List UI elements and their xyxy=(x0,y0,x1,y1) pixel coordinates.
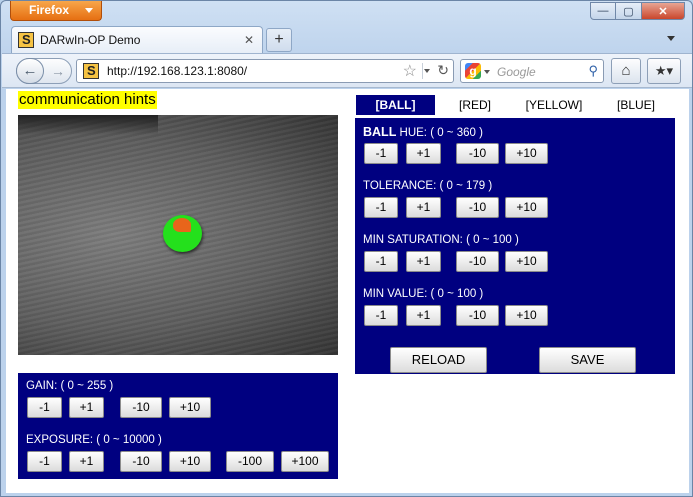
new-tab-button[interactable]: + xyxy=(266,28,292,52)
exposure-label: EXPOSURE: ( 0 ~ 10000 ) xyxy=(26,434,162,446)
browser-window: Firefox — ▢ ✕ DARwIn-OP Demo ✕ + ← → htt… xyxy=(0,0,693,497)
value-plus-10-button[interactable]: +10 xyxy=(505,305,548,326)
ball-detected-slice xyxy=(173,218,191,232)
hue-minus-1-button[interactable]: -1 xyxy=(364,143,398,164)
saturation-minus-1-button[interactable]: -1 xyxy=(364,251,398,272)
tolerance-label: TOLERANCE: ( 0 ~ 179 ) xyxy=(363,180,493,192)
gain-minus-10-button[interactable]: -10 xyxy=(120,397,162,418)
gain-plus-1-button[interactable]: +1 xyxy=(69,397,104,418)
history-dropdown-icon[interactable] xyxy=(424,69,430,73)
tab-red[interactable]: [RED] xyxy=(445,95,505,115)
back-forward-group: ← → xyxy=(16,58,72,84)
navigation-toolbar: ← → http://192.168.123.1:8080/ ☆ ↻ g Goo… xyxy=(2,53,692,88)
value-minus-10-button[interactable]: -10 xyxy=(456,305,499,326)
reload-button[interactable]: RELOAD xyxy=(390,347,487,373)
site-identity-icon xyxy=(83,63,99,79)
exposure-minus-100-button[interactable]: -100 xyxy=(226,451,274,472)
camera-shadow xyxy=(18,115,158,135)
minimize-button[interactable]: — xyxy=(590,2,616,20)
hue-minus-10-button[interactable]: -10 xyxy=(456,143,499,164)
firefox-menu-button[interactable]: Firefox xyxy=(10,1,102,21)
value-minus-1-button[interactable]: -1 xyxy=(364,305,398,326)
color-settings-panel: BALL HUE: ( 0 ~ 360 ) -1 +1 -10 +10 TOLE… xyxy=(355,118,675,374)
tab-blue[interactable]: [BLUE] xyxy=(606,95,666,115)
forward-button[interactable]: → xyxy=(48,59,68,83)
bookmark-star-icon[interactable]: ☆ xyxy=(403,61,417,81)
tolerance-plus-1-button[interactable]: +1 xyxy=(406,197,441,218)
camera-settings-panel: GAIN: ( 0 ~ 255 ) -1 +1 -10 +10 EXPOSURE… xyxy=(18,373,338,479)
urlbar-divider xyxy=(422,63,423,79)
browser-tab[interactable]: DARwIn-OP Demo ✕ xyxy=(11,26,263,53)
search-icon[interactable]: ⚲ xyxy=(588,63,598,79)
hue-color-name: BALL xyxy=(363,125,397,139)
tab-close-icon[interactable]: ✕ xyxy=(242,34,256,48)
tolerance-minus-10-button[interactable]: -10 xyxy=(456,197,499,218)
search-placeholder: Google xyxy=(497,65,536,79)
min-value-label: MIN VALUE: ( 0 ~ 100 ) xyxy=(363,288,484,300)
address-bar[interactable]: http://192.168.123.1:8080/ ☆ ↻ xyxy=(76,59,454,83)
bookmarks-menu-button[interactable]: ★▾ xyxy=(647,58,681,84)
close-window-button[interactable]: ✕ xyxy=(642,2,685,20)
save-button[interactable]: SAVE xyxy=(539,347,636,373)
tab-ball[interactable]: [BALL] xyxy=(356,95,435,115)
reload-icon[interactable]: ↻ xyxy=(437,62,449,79)
site-favicon-icon xyxy=(18,32,34,48)
exposure-minus-1-button[interactable]: -1 xyxy=(27,451,62,472)
exposure-minus-10-button[interactable]: -10 xyxy=(120,451,162,472)
search-bar[interactable]: g Google ⚲ xyxy=(460,59,604,83)
hue-label: BALL HUE: ( 0 ~ 360 ) xyxy=(363,125,483,139)
window-controls: — ▢ ✕ xyxy=(590,2,685,20)
tab-title: DARwIn-OP Demo xyxy=(40,33,141,47)
communication-hint: communication hints xyxy=(18,91,157,109)
min-saturation-label: MIN SATURATION: ( 0 ~ 100 ) xyxy=(363,234,519,246)
home-button[interactable]: ⌂ xyxy=(611,58,641,84)
camera-feed-image xyxy=(18,115,338,355)
maximize-button[interactable]: ▢ xyxy=(616,2,642,20)
ball-image xyxy=(163,215,202,252)
saturation-plus-1-button[interactable]: +1 xyxy=(406,251,441,272)
tab-yellow[interactable]: [YELLOW] xyxy=(519,95,589,115)
gain-plus-10-button[interactable]: +10 xyxy=(169,397,211,418)
tolerance-minus-1-button[interactable]: -1 xyxy=(364,197,398,218)
hue-range-text: HUE: ( 0 ~ 360 ) xyxy=(396,127,483,139)
tolerance-plus-10-button[interactable]: +10 xyxy=(505,197,548,218)
google-engine-icon[interactable]: g xyxy=(465,63,481,79)
exposure-plus-100-button[interactable]: +100 xyxy=(281,451,329,472)
saturation-minus-10-button[interactable]: -10 xyxy=(456,251,499,272)
exposure-plus-1-button[interactable]: +1 xyxy=(69,451,104,472)
page-content: communication hints GAIN: ( 0 ~ 255 ) -1… xyxy=(6,89,689,493)
list-all-tabs-icon[interactable] xyxy=(667,36,675,41)
chevron-down-icon xyxy=(85,8,93,13)
hue-plus-10-button[interactable]: +10 xyxy=(505,143,548,164)
firefox-menu-label: Firefox xyxy=(29,3,70,17)
saturation-plus-10-button[interactable]: +10 xyxy=(505,251,548,272)
value-plus-1-button[interactable]: +1 xyxy=(406,305,441,326)
gain-label: GAIN: ( 0 ~ 255 ) xyxy=(26,380,114,392)
color-tabs: [BALL] [RED] [YELLOW] [BLUE] xyxy=(356,95,676,115)
gain-minus-1-button[interactable]: -1 xyxy=(27,397,62,418)
url-text[interactable]: http://192.168.123.1:8080/ xyxy=(107,64,247,78)
search-engine-dropdown-icon[interactable] xyxy=(484,70,490,74)
exposure-plus-10-button[interactable]: +10 xyxy=(169,451,211,472)
hue-plus-1-button[interactable]: +1 xyxy=(406,143,441,164)
back-button[interactable]: ← xyxy=(16,58,44,84)
